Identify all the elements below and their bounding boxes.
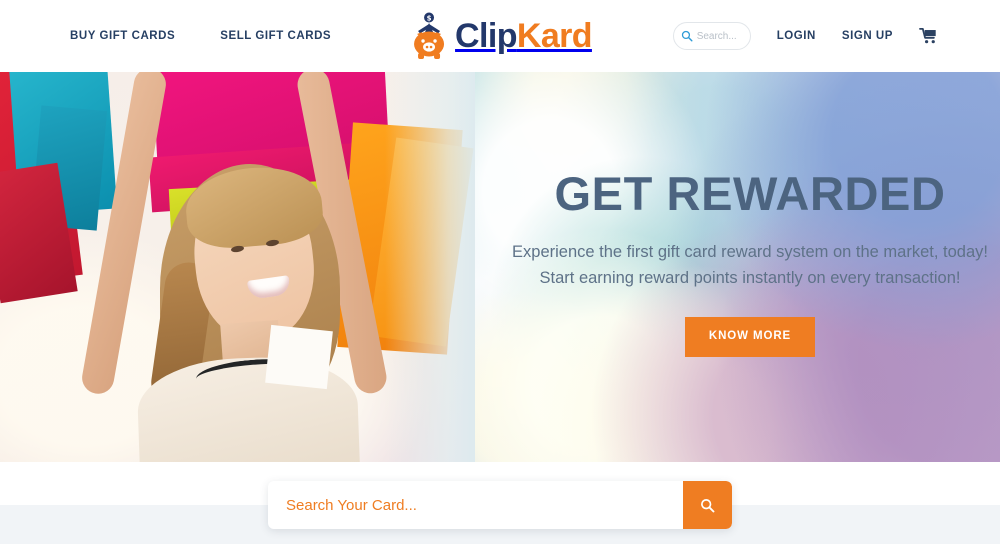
hero-subtitle-line-2: Start earning reward points instantly on…	[539, 268, 961, 287]
header-search-input[interactable]	[696, 30, 743, 42]
card-search-submit-button[interactable]	[683, 481, 732, 529]
login-link[interactable]: LOGIN	[777, 30, 816, 42]
nav-buy-gift-cards[interactable]: BUY GIFT CARDS	[70, 30, 175, 42]
signup-link[interactable]: SIGN UP	[842, 30, 893, 42]
logo-text-kard: Kard	[516, 17, 593, 55]
page-root: BUY GIFT CARDS SELL GIFT CARDS $ ClipKar…	[0, 0, 1000, 544]
hero-copy: GET REWARDED Experience the first gift c…	[470, 72, 1000, 357]
logo-text-clip: Clip	[455, 17, 517, 55]
piggy-bank-icon: $	[414, 12, 445, 59]
hero-banner: GET REWARDED Experience the first gift c…	[0, 72, 1000, 462]
shopping-cart-icon	[919, 27, 936, 44]
primary-nav: BUY GIFT CARDS SELL GIFT CARDS	[70, 0, 331, 72]
shopping-bag-orange-2	[368, 137, 474, 347]
header-search-box[interactable]	[672, 22, 751, 50]
search-icon	[681, 30, 693, 42]
nav-sell-gift-cards[interactable]: SELL GIFT CARDS	[220, 30, 331, 42]
site-header: BUY GIFT CARDS SELL GIFT CARDS $ ClipKar…	[0, 0, 1000, 72]
hero-photo-woman-with-shopping-bags	[0, 72, 475, 462]
shopping-bag-white	[265, 324, 333, 390]
site-logo[interactable]: $ ClipKard	[408, 12, 593, 60]
card-search-input[interactable]	[268, 481, 683, 529]
search-icon	[701, 498, 715, 512]
hero-subtitle-line-1: Experience the first gift card reward sy…	[512, 243, 988, 261]
know-more-button[interactable]: KNOW MORE	[684, 317, 816, 357]
header-actions: LOGIN SIGN UP	[672, 0, 938, 72]
hero-title: GET REWARDED	[554, 167, 946, 220]
card-search-bar[interactable]	[268, 481, 732, 529]
logo-text: ClipKard	[455, 17, 593, 55]
svg-text:$: $	[427, 15, 432, 23]
cart-button[interactable]	[919, 27, 938, 45]
